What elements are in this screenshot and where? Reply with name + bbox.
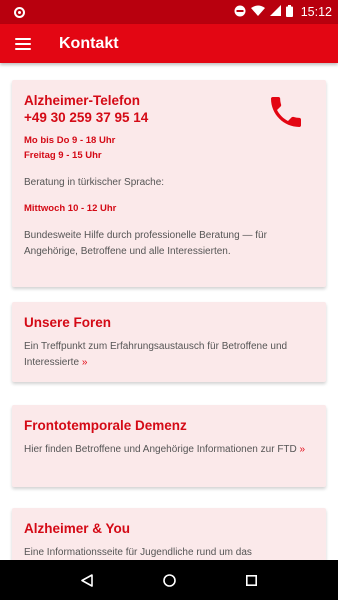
app-bar: Kontakt [0, 24, 338, 63]
turkish-label: Beratung in türkischer Sprache: [24, 177, 165, 188]
card-text: Ein Treffpunkt zum Erfahrungsaustausch f… [24, 339, 314, 371]
card-alzheimer-telefon[interactable]: Alzheimer-Telefon +49 30 259 37 95 14 Mo… [12, 80, 326, 287]
navigation-bar [0, 560, 338, 600]
wifi-icon [250, 5, 265, 19]
status-bar: 15:12 [0, 0, 338, 24]
notification-dot-icon [14, 6, 25, 18]
card-text: Hier finden Betroffene und Angehörige In… [24, 442, 314, 458]
ftd-text: Hier finden Betroffene und Angehörige In… [24, 444, 297, 455]
home-icon[interactable] [157, 568, 181, 592]
card-title: Unsere Foren [24, 315, 112, 330]
phone-icon[interactable] [266, 92, 306, 132]
battery-icon [285, 4, 293, 20]
telefon-description: Bundesweite Hilfe durch professionelle B… [24, 230, 267, 257]
foren-text: Ein Treffpunkt zum Erfahrungsaustausch f… [24, 341, 288, 368]
page-title: Kontakt [59, 34, 119, 52]
hours-friday: Freitag 9 - 15 Uhr [24, 150, 102, 161]
signal-icon [269, 5, 281, 19]
card-frontotemporale-demenz[interactable]: Frontotemporale Demenz Hier finden Betro… [12, 405, 326, 487]
hamburger-menu-icon[interactable] [15, 37, 31, 50]
hours-weekdays: Mo bis Do 9 - 18 Uhr [24, 135, 116, 146]
card-title: Alzheimer & You [24, 521, 131, 536]
turkish-hours: Mittwoch 10 - 12 Uhr [24, 203, 117, 214]
more-link[interactable]: » [300, 444, 306, 455]
contact-list[interactable]: Alzheimer-Telefon +49 30 259 37 95 14 Mo… [0, 63, 338, 560]
recents-icon[interactable] [239, 568, 263, 592]
card-unsere-foren[interactable]: Unsere Foren Ein Treffpunkt zum Erfahrun… [12, 302, 326, 382]
do-not-disturb-icon [234, 5, 246, 20]
you-text: Eine Informationsseite für Jugendliche r… [24, 547, 252, 558]
back-icon[interactable] [75, 568, 99, 592]
card-alzheimer-and-you[interactable]: Alzheimer & You Eine Informationsseite f… [12, 508, 326, 560]
status-time: 15:12 [300, 5, 332, 19]
more-link[interactable]: » [82, 357, 88, 368]
card-title: Frontotemporale Demenz [24, 418, 187, 433]
